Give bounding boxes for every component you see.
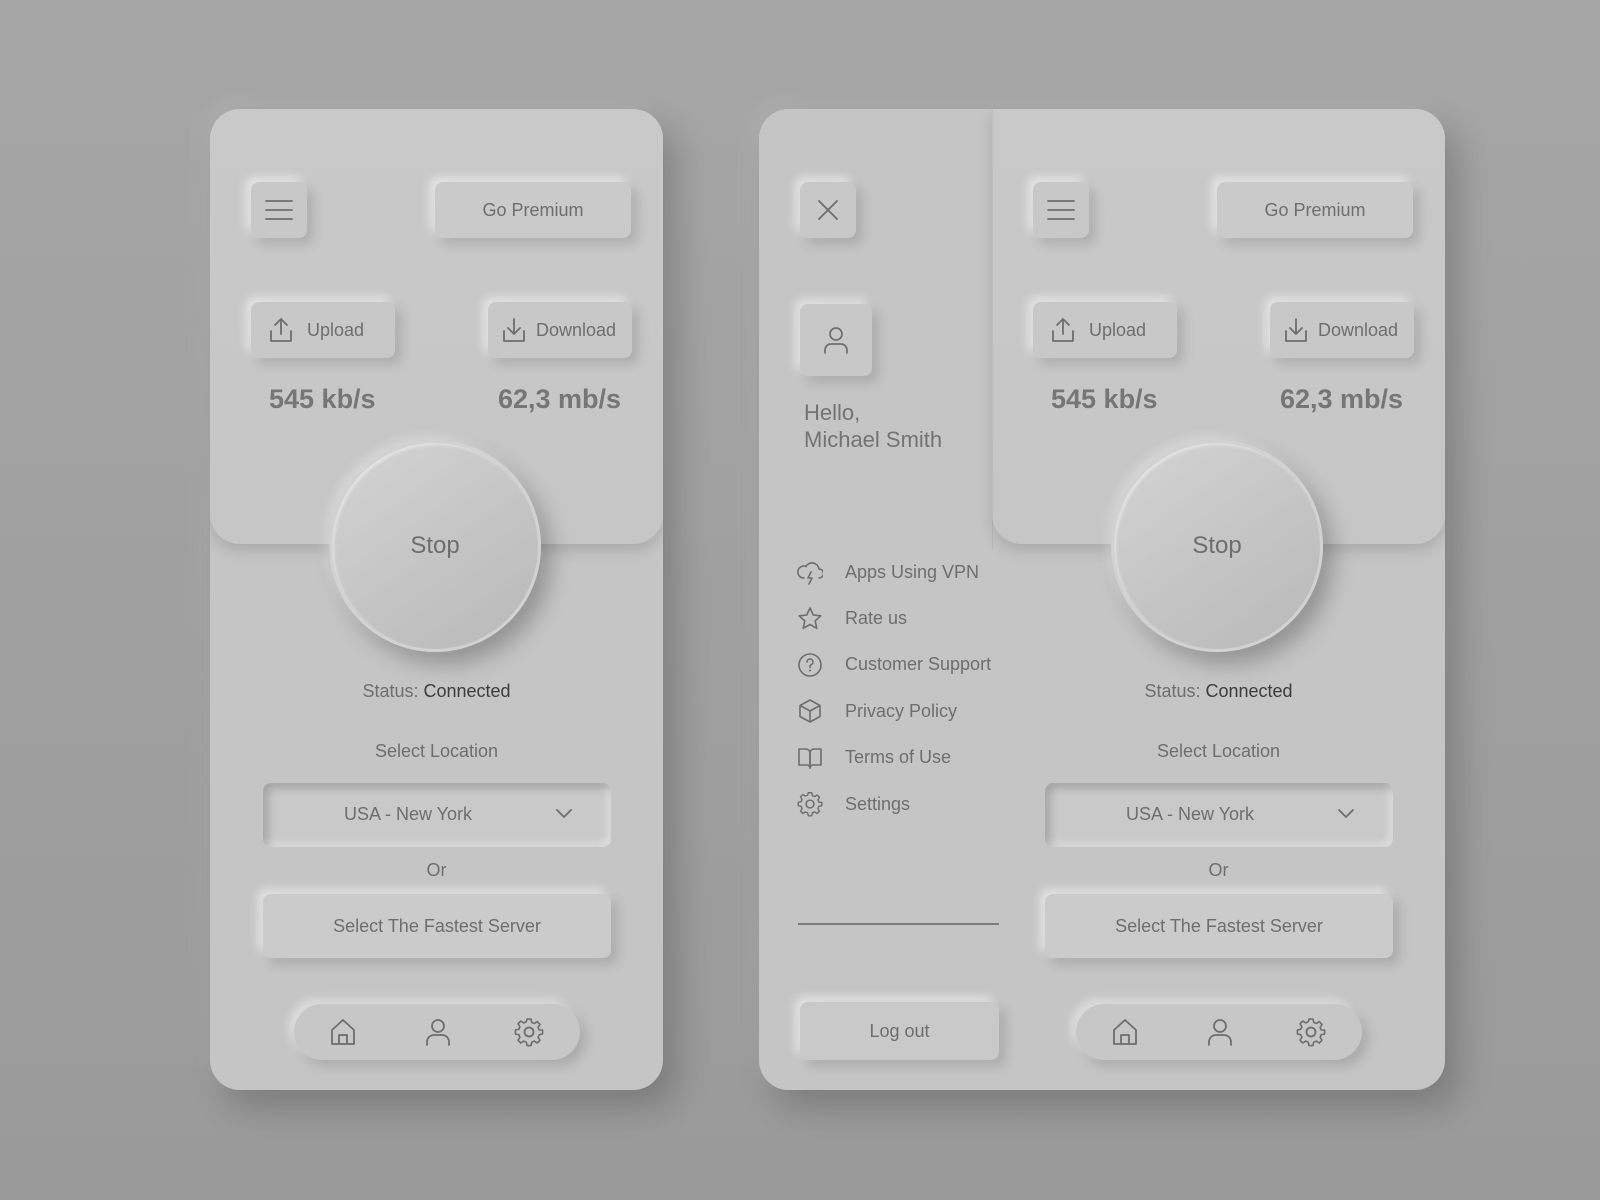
- go-premium-label: Go Premium: [1264, 199, 1366, 220]
- hamburger-icon: [265, 200, 293, 220]
- screen-edge: [992, 109, 993, 549]
- help-circle-icon: [797, 652, 823, 678]
- user-icon[interactable]: [423, 1017, 453, 1047]
- menu-item-rate-us[interactable]: Rate us: [797, 595, 991, 641]
- stop-button[interactable]: Stop: [1111, 440, 1323, 652]
- vpn-screen: Go Premium Upload Download 545 kb/s 62,3…: [210, 109, 663, 1090]
- side-drawer: Hello, Michael Smith Apps Using VPN Rate…: [759, 109, 999, 1090]
- upload-icon: [270, 318, 292, 342]
- menu-item-terms-of-use[interactable]: Terms of Use: [797, 735, 991, 781]
- upload-speed: 545 kb/s: [269, 384, 376, 414]
- download-button[interactable]: Download: [1270, 302, 1414, 358]
- drawer-menu: Apps Using VPN Rate us Customer Support …: [797, 549, 991, 827]
- menu-item-label: Apps Using VPN: [845, 561, 980, 582]
- download-icon: [1285, 318, 1307, 342]
- status-label: Status:: [1144, 681, 1201, 701]
- select-location-label: Select Location: [1156, 741, 1281, 761]
- fastest-server-button[interactable]: Select The Fastest Server: [263, 894, 611, 958]
- fastest-server-label: Select The Fastest Server: [1115, 915, 1323, 936]
- status-value: Connected: [423, 681, 511, 701]
- drawer-divider: [798, 923, 999, 925]
- status-line: Status: Connected: [210, 681, 663, 702]
- upload-label: Upload: [307, 319, 365, 340]
- download-icon: [503, 318, 525, 342]
- menu-button[interactable]: [1033, 182, 1089, 238]
- location-value: USA - New York: [1125, 804, 1255, 824]
- download-speed: 62,3 mb/s: [1280, 384, 1404, 414]
- menu-item-settings[interactable]: Settings: [797, 781, 991, 827]
- or-label: Or: [1208, 860, 1229, 880]
- menu-item-label: Terms of Use: [845, 747, 952, 768]
- settings-icon: [797, 791, 823, 817]
- download-label: Download: [1318, 319, 1399, 340]
- status-value: Connected: [1205, 681, 1293, 701]
- logout-button[interactable]: Log out: [800, 1002, 999, 1060]
- go-premium-button[interactable]: Go Premium: [435, 182, 631, 238]
- upload-label: Upload: [1089, 319, 1147, 340]
- go-premium-button[interactable]: Go Premium: [1217, 182, 1413, 238]
- home-icon[interactable]: [1110, 1017, 1140, 1047]
- location-select[interactable]: USA - New York: [263, 783, 611, 847]
- status-label: Status:: [362, 681, 419, 701]
- hamburger-icon: [1047, 200, 1075, 220]
- menu-item-customer-support[interactable]: Customer Support: [797, 642, 991, 688]
- greeting-line1: Hello,: [804, 400, 861, 425]
- bottom-nav: [294, 1004, 580, 1060]
- settings-icon[interactable]: [1296, 1017, 1326, 1047]
- menu-item-label: Privacy Policy: [845, 700, 958, 721]
- status-line: Status: Connected: [992, 681, 1445, 702]
- fastest-server-label: Select The Fastest Server: [333, 915, 541, 936]
- stop-label: Stop: [410, 532, 460, 559]
- greeting-name: Michael Smith: [804, 427, 943, 452]
- menu-item-label: Rate us: [845, 608, 908, 629]
- menu-button[interactable]: [251, 182, 307, 238]
- vpn-screen-shifted: Go Premium Upload Download 545 kb/s 62,3…: [992, 109, 1445, 1090]
- phone-drawer-screen: Hello, Michael Smith Apps Using VPN Rate…: [759, 109, 1445, 1090]
- upload-speed: 545 kb/s: [1051, 384, 1158, 414]
- select-location-label: Select Location: [374, 741, 499, 761]
- download-button[interactable]: Download: [488, 302, 632, 358]
- upload-icon: [1052, 318, 1074, 342]
- menu-item-privacy-policy[interactable]: Privacy Policy: [797, 688, 991, 734]
- chevron-down-icon: [556, 809, 572, 818]
- logout-label: Log out: [869, 1020, 930, 1041]
- upload-button[interactable]: Upload: [1033, 302, 1177, 358]
- book-icon: [797, 745, 823, 771]
- stop-label: Stop: [1192, 532, 1242, 559]
- menu-item-label: Customer Support: [845, 654, 992, 675]
- go-premium-label: Go Premium: [482, 199, 584, 220]
- close-button[interactable]: [800, 182, 856, 238]
- home-icon[interactable]: [328, 1017, 358, 1047]
- close-icon: [818, 200, 838, 220]
- stop-button[interactable]: Stop: [329, 440, 541, 652]
- user-icon[interactable]: [1205, 1017, 1235, 1047]
- location-value: USA - New York: [343, 804, 473, 824]
- fastest-server-button[interactable]: Select The Fastest Server: [1045, 894, 1393, 958]
- chevron-down-icon: [1338, 809, 1354, 818]
- upload-button[interactable]: Upload: [251, 302, 395, 358]
- location-select[interactable]: USA - New York: [1045, 783, 1393, 847]
- phone-main-screen: Go Premium Upload Download 545 kb/s 62,3…: [210, 109, 663, 1090]
- greeting: Hello, Michael Smith: [804, 399, 942, 453]
- avatar[interactable]: [800, 304, 872, 376]
- or-label: Or: [426, 860, 447, 880]
- download-speed: 62,3 mb/s: [498, 384, 622, 414]
- bottom-nav: [1076, 1004, 1362, 1060]
- settings-icon[interactable]: [514, 1017, 544, 1047]
- user-icon: [824, 327, 848, 354]
- download-label: Download: [536, 319, 617, 340]
- cloud-lightning-icon: [797, 559, 823, 585]
- menu-item-label: Settings: [845, 793, 911, 814]
- menu-item-apps-using-vpn[interactable]: Apps Using VPN: [797, 549, 991, 595]
- box-icon: [797, 698, 823, 724]
- star-icon: [797, 606, 823, 632]
